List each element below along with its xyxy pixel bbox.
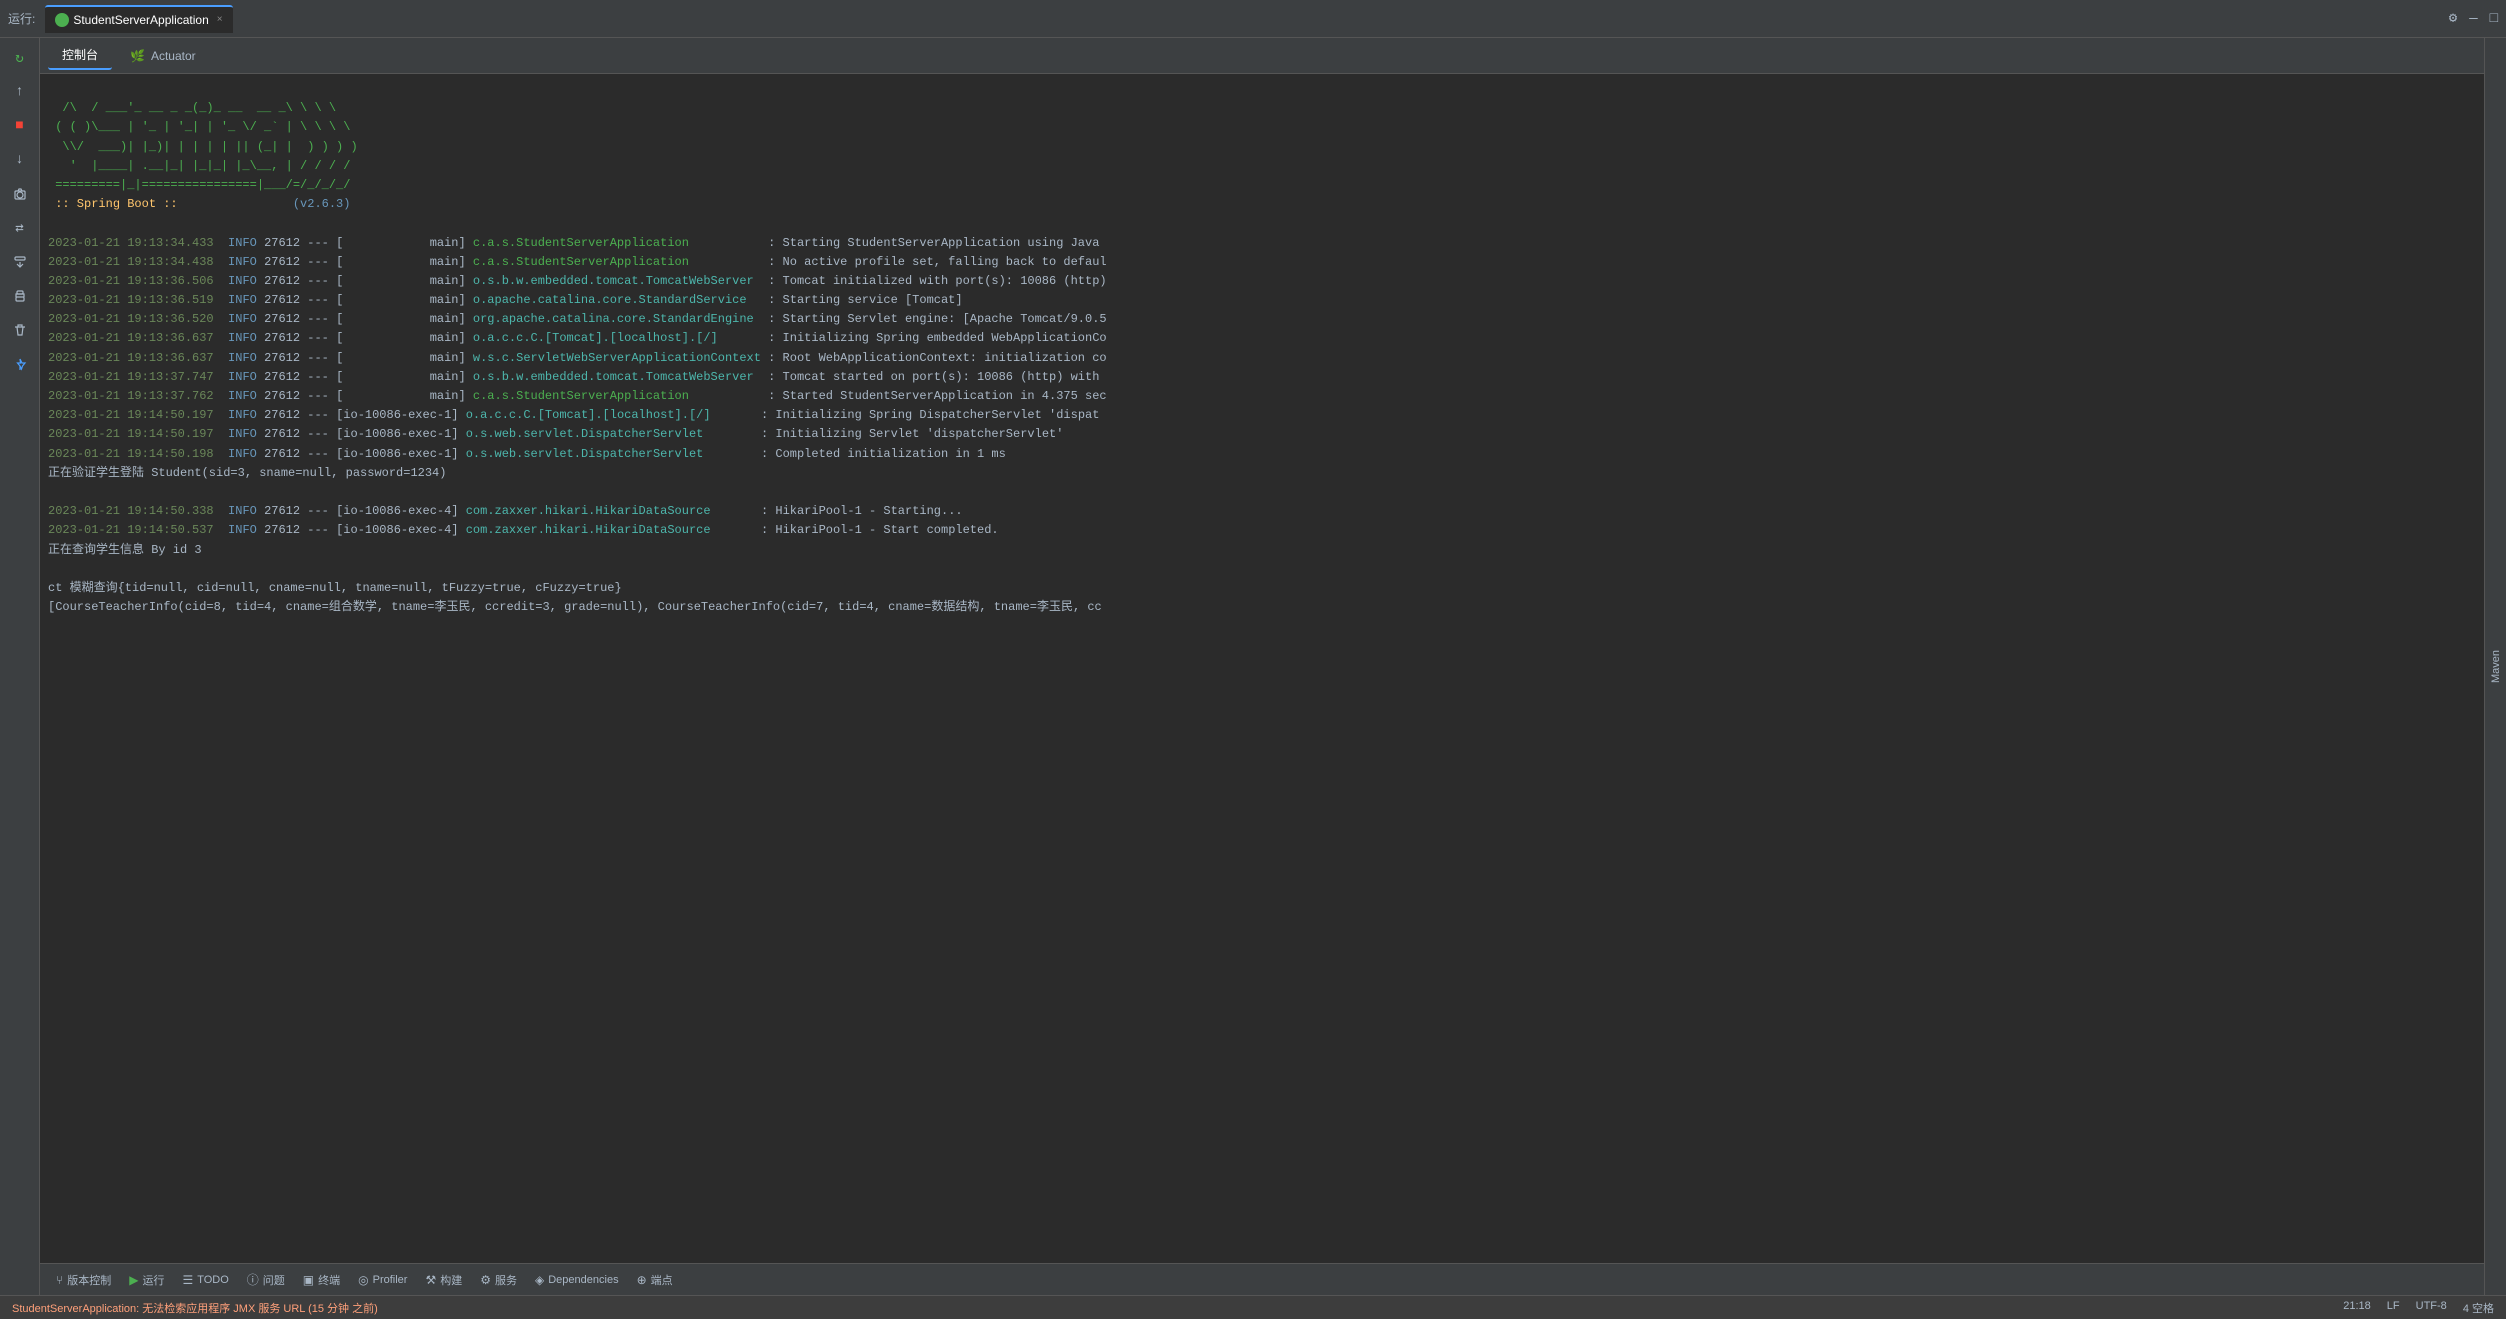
endpoints-icon: ⊕ [637,1273,647,1287]
terminal-icon: ▣ [303,1273,314,1287]
log-line-11: 2023-01-21 19:14:50.197 INFO 27612 --- [… [48,427,1063,441]
log-line-12: 2023-01-21 19:14:50.198 INFO 27612 --- [… [48,447,1006,461]
run-icon: ▶ [129,1273,138,1287]
build-btn[interactable]: ⚒ 构建 [417,1268,470,1292]
sidebar-down-btn[interactable]: ↓ [4,144,36,176]
banner-line1: /\ / ___'_ __ _ _(_)_ __ __ _\ \ \ \ [48,101,336,115]
status-message: StudentServerApplication: 无法检索应用程序 JMX 服… [12,1300,378,1316]
status-encoding: UTF-8 [2416,1300,2447,1316]
status-indent: 4 空格 [2463,1300,2494,1316]
top-bar-right: ⚙ — □ [2449,10,2498,27]
sidebar-import-btn[interactable] [4,246,36,278]
spring-boot-label: :: Spring Boot :: (v2.6.3) [48,197,350,211]
tab-console[interactable]: 控制台 [48,42,112,70]
sidebar-restart-btn[interactable]: ↻ [4,42,36,74]
app-tab[interactable]: StudentServerApplication × [45,5,232,33]
tab-actuator-label: Actuator [151,49,196,63]
plain-line-1: 正在验证学生登陆 Student(sid=3, sname=null, pass… [48,466,446,480]
log-hikari-2: 2023-01-21 19:14:50.537 INFO 27612 --- [… [48,523,999,537]
profiler-icon: ◎ [358,1273,368,1287]
run-btn[interactable]: ▶ 运行 [121,1268,172,1292]
run-label: 运行 [142,1272,164,1288]
sidebar-camera-btn[interactable] [4,178,36,210]
problems-icon: ⓘ [247,1271,259,1288]
status-bar: StudentServerApplication: 无法检索应用程序 JMX 服… [0,1295,2506,1319]
app-tab-label: StudentServerApplication [73,13,208,27]
problems-label: 问题 [263,1272,285,1288]
dependencies-icon: ◈ [535,1273,544,1287]
bottom-toolbar: ⑂ 版本控制 ▶ 运行 ☰ TODO ⓘ 问题 ▣ 终端 ◎ Profiler [40,1263,2484,1295]
plain-line-2: 正在查询学生信息 By id 3 [48,543,202,557]
console-output[interactable]: /\ / ___'_ __ _ _(_)_ __ __ _\ \ \ \ ( (… [40,74,2484,1263]
banner-line5: =========|_|================|___/=/_/_/_… [48,178,350,192]
settings-icon[interactable]: ⚙ [2449,10,2457,27]
top-bar-left: 运行: StudentServerApplication × [8,5,233,33]
tab-close-button[interactable]: × [217,14,223,25]
log-line-2: 2023-01-21 19:13:34.438 INFO 27612 --- [… [48,255,1107,269]
services-label: 服务 [495,1272,517,1288]
tab-actuator[interactable]: 🌿 Actuator [116,42,210,70]
version-control-label: 版本控制 [67,1272,111,1288]
log-line-4: 2023-01-21 19:13:36.519 INFO 27612 --- [… [48,293,963,307]
banner-line2: ( ( )\___ | '_ | '_| | '_ \/ _` | \ \ \ … [48,120,350,134]
problems-btn[interactable]: ⓘ 问题 [239,1268,293,1292]
maven-label[interactable]: Maven [2490,650,2502,683]
log-line-5: 2023-01-21 19:13:36.520 INFO 27612 --- [… [48,312,1107,326]
run-label: 运行: [8,10,35,27]
left-sidebar: ↻ ↑ ■ ↓ ⇄ [0,38,40,1295]
log-line-8: 2023-01-21 19:13:37.747 INFO 27612 --- [… [48,370,1099,384]
dependencies-btn[interactable]: ◈ Dependencies [527,1268,627,1292]
profiler-btn[interactable]: ◎ Profiler [350,1268,415,1292]
actuator-icon: 🌿 [130,49,145,63]
log-line-10: 2023-01-21 19:14:50.197 INFO 27612 --- [… [48,408,1099,422]
tab-console-label: 控制台 [62,46,98,63]
sidebar-print-btn[interactable] [4,280,36,312]
profiler-label: Profiler [373,1274,408,1286]
endpoints-label: 端点 [651,1272,673,1288]
banner-line4: ' |____| .__|_| |_|_| |_\__, | / / / / [48,159,350,173]
services-btn[interactable]: ⚙ 服务 [472,1268,525,1292]
terminal-label: 终端 [318,1272,340,1288]
sidebar-stop-btn[interactable]: ■ [4,110,36,142]
version-control-btn[interactable]: ⑂ 版本控制 [48,1268,119,1292]
log-line-9: 2023-01-21 19:13:37.762 INFO 27612 --- [… [48,389,1107,403]
plain-line-4: [CourseTeacherInfo(cid=8, tid=4, cname=组… [48,600,1102,614]
todo-label: TODO [197,1274,229,1286]
log-hikari-1: 2023-01-21 19:14:50.338 INFO 27612 --- [… [48,504,963,518]
top-bar: 运行: StudentServerApplication × ⚙ — □ [0,0,2506,38]
minimize-icon[interactable]: — [2469,11,2477,27]
right-sidebar: Maven [2484,38,2506,1295]
banner-line3: \\/ ___)| |_)| | | | | || (_| | ) ) ) ) [48,140,358,154]
status-time: 21:18 [2343,1300,2371,1316]
build-label: 构建 [440,1272,462,1288]
endpoints-btn[interactable]: ⊕ 端点 [629,1268,681,1292]
todo-btn[interactable]: ☰ TODO [174,1268,236,1292]
status-line-ending: LF [2387,1300,2400,1316]
plain-line-3: ct 模糊查询{tid=null, cid=null, cname=null, … [48,581,622,595]
sub-tabs: 控制台 🌿 Actuator [40,38,2484,74]
maximize-icon[interactable]: □ [2490,11,2498,27]
log-line-1: 2023-01-21 19:13:34.433 INFO 27612 --- [… [48,236,1099,250]
console-wrapper: 控制台 🌿 Actuator /\ / ___'_ __ _ _(_)_ __ … [40,38,2484,1295]
log-line-7: 2023-01-21 19:13:36.637 INFO 27612 --- [… [48,351,1107,365]
app-tab-icon [55,13,69,27]
dependencies-label: Dependencies [548,1274,618,1286]
version-control-icon: ⑂ [56,1273,63,1287]
sidebar-diff-btn[interactable]: ⇄ [4,212,36,244]
terminal-btn[interactable]: ▣ 终端 [295,1268,348,1292]
todo-icon: ☰ [182,1273,193,1287]
status-right: 21:18 LF UTF-8 4 空格 [2343,1300,2494,1316]
log-line-3: 2023-01-21 19:13:36.506 INFO 27612 --- [… [48,274,1107,288]
main-layout: ↻ ↑ ■ ↓ ⇄ 控制台 🌿 Actuator [0,38,2506,1295]
sidebar-up-btn[interactable]: ↑ [4,76,36,108]
sidebar-trash-btn[interactable] [4,314,36,346]
sidebar-pin-btn[interactable] [4,348,36,380]
services-icon: ⚙ [480,1273,491,1287]
log-line-6: 2023-01-21 19:13:36.637 INFO 27612 --- [… [48,331,1107,345]
build-icon: ⚒ [425,1273,436,1287]
